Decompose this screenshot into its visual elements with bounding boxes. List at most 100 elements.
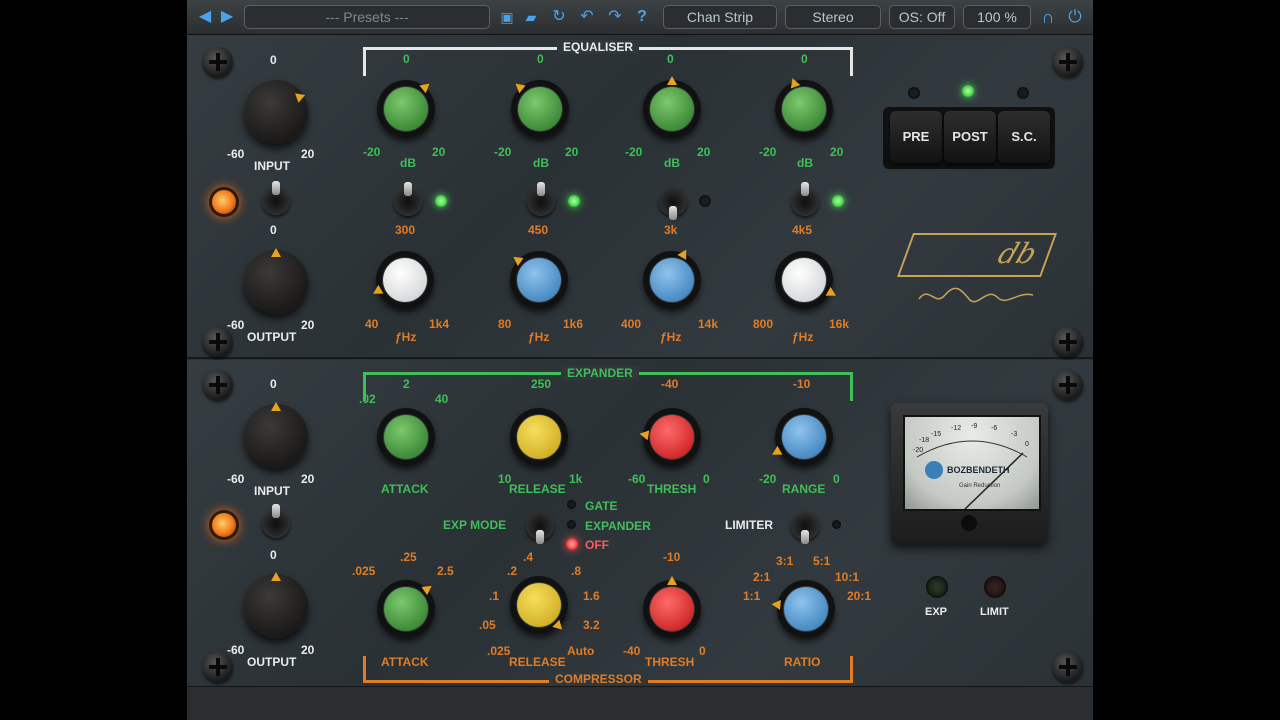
gain-min: -20 — [363, 145, 381, 159]
comp-release-v8: 3.2 — [583, 618, 600, 632]
eq-input-knob[interactable] — [244, 80, 308, 144]
comp-release-v4: .2 — [507, 564, 518, 578]
eq-bypass-toggle[interactable] — [262, 181, 290, 215]
comp-release-v9: Auto — [567, 644, 595, 658]
comp-thresh-knob[interactable] — [643, 576, 701, 638]
freq-min: 40 — [365, 317, 379, 331]
eq-gain-knob-4[interactable] — [775, 76, 833, 138]
headphones-icon[interactable]: ∩ — [1038, 6, 1058, 28]
exp-indicator-label: EXP — [925, 606, 948, 618]
screw-icon — [1053, 47, 1083, 77]
reset-icon[interactable]: ↻ — [549, 6, 569, 28]
off-label[interactable]: OFF — [585, 538, 609, 552]
stereo-button[interactable]: Stereo — [785, 5, 881, 29]
comp-ratio-knob[interactable] — [771, 580, 835, 638]
eq-output-knob[interactable] — [244, 248, 308, 314]
exp-thresh-label: THRESH — [647, 482, 697, 496]
eq-input-label: INPUT — [254, 159, 290, 173]
pre-led — [908, 87, 920, 99]
meter-face: -20 -18 -15 -12 -9 -6 -3 0 BOZBENDETH Ga… — [903, 415, 1041, 511]
save-icon[interactable]: ▣ — [497, 6, 517, 28]
exp-thresh-knob[interactable] — [638, 408, 701, 466]
exp-thresh-left: -60 — [628, 472, 646, 486]
gate-label[interactable]: GATE — [585, 499, 617, 513]
oversampling-button[interactable]: OS: Off — [889, 5, 955, 29]
output-top-label: 0 — [270, 223, 277, 237]
freq-min: 400 — [621, 317, 642, 331]
freq-max: 1k6 — [563, 317, 584, 331]
toolbar: ◀ ▶ --- Presets --- ▣ ▰ ↻ ↶ ↷ ? Chan Str… — [187, 0, 1093, 35]
limiter-toggle[interactable] — [791, 512, 819, 544]
comp-input-label: INPUT — [254, 484, 290, 498]
gain-top: 0 — [667, 52, 674, 66]
comp-release-v3: .1 — [489, 589, 500, 603]
prev-preset-icon[interactable]: ◀ — [195, 6, 215, 28]
comp-release-label: RELEASE — [509, 655, 566, 669]
freq-unit: ƒHz — [792, 330, 814, 344]
eq-gain-knob-1[interactable] — [377, 79, 435, 138]
gain-unit: dB — [797, 156, 813, 170]
eq-band-3-toggle[interactable] — [659, 188, 687, 220]
eq-band-2-toggle[interactable] — [527, 182, 555, 216]
gate-led — [567, 500, 576, 509]
sc-led — [1017, 87, 1029, 99]
freq-unit: ƒHz — [395, 330, 417, 344]
sc-button[interactable]: S.C. — [998, 111, 1050, 163]
input-top-label: 0 — [270, 53, 277, 67]
ratio-3-1: 3:1 — [776, 554, 794, 568]
eq-gain-knob-2[interactable] — [511, 79, 569, 138]
exp-range-top: -10 — [793, 377, 811, 391]
post-button[interactable]: POST — [944, 111, 996, 163]
screw-icon — [203, 47, 233, 77]
meter-brand: BOZBENDETH — [947, 465, 1010, 475]
exp-range-knob[interactable] — [769, 408, 833, 466]
comp-attack-knob[interactable] — [377, 580, 435, 638]
eq-freq-knob-2[interactable] — [510, 251, 568, 309]
off-led — [566, 538, 578, 550]
chan-strip-button[interactable]: Chan Strip — [663, 5, 777, 29]
comp-bypass-toggle[interactable] — [262, 504, 290, 538]
input-min-label: -60 — [227, 147, 245, 161]
dynamics-panel: EXPANDER COMPRESSOR 0 -60 20 INPUT 0 -60… — [187, 360, 1093, 686]
eq-band-1-toggle[interactable] — [394, 182, 422, 216]
undo-icon[interactable]: ↶ — [577, 6, 597, 28]
screw-icon — [1053, 327, 1083, 357]
comp-thresh-top: -10 — [663, 550, 681, 564]
eq-freq-knob-3[interactable] — [643, 247, 701, 309]
freq-unit: ƒHz — [660, 330, 682, 344]
ratio-1-1: 1:1 — [743, 589, 761, 603]
gain-unit: dB — [533, 156, 549, 170]
meter-logo-icon — [925, 461, 943, 479]
eq-gain-knob-3[interactable] — [643, 76, 701, 138]
gain-min: -20 — [759, 145, 777, 159]
zoom-button[interactable]: 100 % — [963, 5, 1031, 29]
exp-attack-top: 2 — [403, 377, 410, 391]
power-icon[interactable]: ⏻ — [1065, 6, 1085, 28]
exp-range-right: 0 — [833, 472, 840, 486]
comp-input-knob[interactable] — [244, 402, 308, 468]
exp-attack-knob[interactable] — [377, 408, 435, 466]
eq-freq-knob-1[interactable] — [370, 251, 434, 309]
freq-top: 4k5 — [792, 223, 813, 237]
eq-band-4-toggle[interactable] — [791, 182, 819, 216]
comp-input-top: 0 — [270, 377, 277, 391]
eq-freq-knob-4[interactable] — [775, 251, 839, 309]
scale-7: 0 — [1025, 441, 1029, 448]
comp-output-knob[interactable] — [244, 572, 308, 638]
footer-bar — [187, 686, 1093, 720]
exp-release-top: 250 — [531, 377, 552, 391]
preset-selector[interactable]: --- Presets --- — [244, 5, 490, 29]
comp-release-knob[interactable] — [510, 576, 568, 634]
redo-icon[interactable]: ↷ — [605, 6, 625, 28]
exp-mode-toggle[interactable] — [526, 512, 554, 544]
brand-logo: db — [896, 233, 1058, 277]
next-preset-icon[interactable]: ▶ — [217, 6, 237, 28]
exp-thresh-right: 0 — [703, 472, 710, 486]
expander-label[interactable]: EXPANDER — [585, 519, 651, 533]
pre-button[interactable]: PRE — [890, 111, 942, 163]
gain-min: -20 — [625, 145, 643, 159]
help-icon[interactable]: ? — [632, 6, 652, 28]
scale-1: -18 — [919, 437, 930, 444]
folder-icon[interactable]: ▰ — [521, 6, 541, 28]
exp-release-knob[interactable] — [510, 408, 568, 466]
